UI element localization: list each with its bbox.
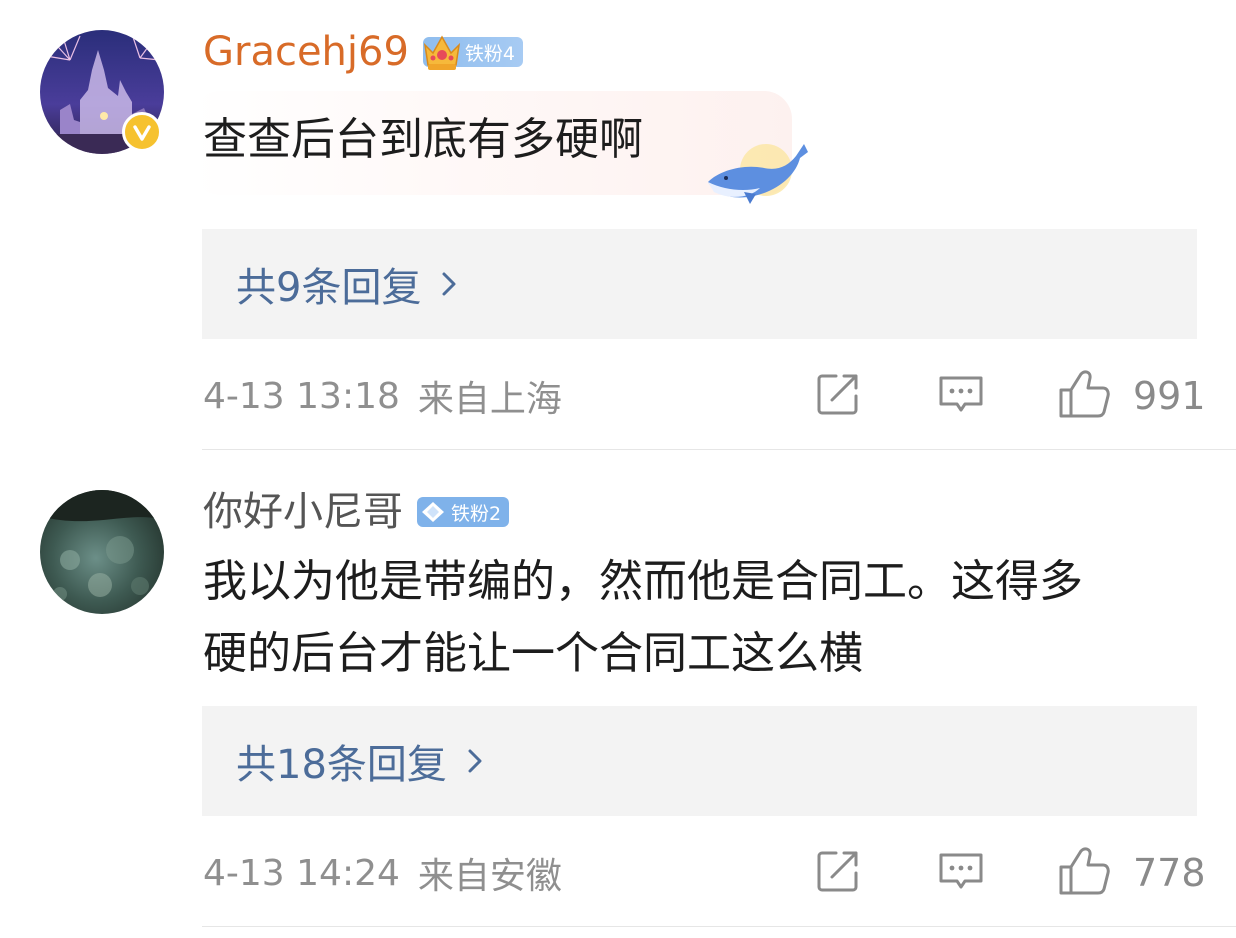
- username[interactable]: 你好小尼哥: [203, 487, 403, 537]
- verified-v-icon: [122, 112, 162, 152]
- replies-link[interactable]: 共9条回复: [202, 229, 1197, 339]
- like-count: 991: [1133, 374, 1206, 418]
- divider: [202, 926, 1236, 927]
- comment-button[interactable]: [937, 843, 985, 903]
- location: 来自上海: [417, 379, 562, 420]
- replies-link[interactable]: 共18条回复: [202, 706, 1197, 816]
- diamond-icon: [421, 501, 445, 528]
- comment-text-line-1: 我以为他是带编的，然而他是合同工。这得多: [203, 556, 1083, 607]
- share-icon: [814, 847, 862, 899]
- share-button[interactable]: [814, 366, 862, 426]
- avatar-image: [40, 490, 164, 614]
- avatar[interactable]: [40, 490, 164, 614]
- comment-text-line-2: 硬的后台才能让一个合同工这么横: [203, 628, 863, 679]
- like-icon: [1057, 368, 1111, 424]
- user-info: Gracehj69 铁粉4: [203, 24, 524, 80]
- username[interactable]: Gracehj69: [203, 27, 409, 77]
- user-info: 你好小尼哥 铁粉2: [203, 484, 510, 540]
- timestamp: 4-13 13:18: [203, 375, 400, 417]
- comment-icon: [937, 370, 985, 422]
- comment-icon: [937, 847, 985, 899]
- comment-item: Gracehj69 铁粉4 查查后台到底有多硬啊 共9条回复 4-13 13:1…: [0, 0, 1236, 452]
- comment-meta: 4-13 14:24 来自安徽 778: [203, 843, 1206, 903]
- chevron-right-icon: [467, 747, 483, 775]
- comment-item: 你好小尼哥 铁粉2 我以为他是带编的，然而他是合同工。这得多 硬的后台才能让一个…: [0, 452, 1236, 938]
- comment-list: Gracehj69 铁粉4 查查后台到底有多硬啊 共9条回复 4-13 13:1…: [0, 0, 1236, 938]
- like-count: 778: [1133, 851, 1206, 895]
- like-icon: [1057, 845, 1111, 901]
- share-icon: [814, 370, 862, 422]
- fan-badge[interactable]: 铁粉2: [417, 497, 510, 528]
- chevron-right-icon: [441, 270, 457, 298]
- fan-badge[interactable]: 铁粉4: [422, 35, 524, 70]
- whale-icon: [700, 130, 812, 214]
- fan-badge-label: 铁粉4: [464, 42, 516, 65]
- crown-icon: [419, 29, 465, 80]
- replies-label: 共18条回复: [236, 742, 447, 788]
- fan-badge-label: 铁粉2: [451, 502, 502, 525]
- divider: [202, 449, 1236, 450]
- comment-text: 查查后台到底有多硬啊: [203, 114, 643, 165]
- like-button[interactable]: 778: [1057, 843, 1206, 903]
- comment-meta: 4-13 13:18 来自上海 991: [203, 366, 1206, 426]
- comment-button[interactable]: [937, 366, 985, 426]
- location: 来自安徽: [417, 856, 562, 897]
- share-button[interactable]: [814, 843, 862, 903]
- replies-label: 共9条回复: [236, 265, 422, 311]
- avatar[interactable]: [40, 30, 164, 154]
- timestamp: 4-13 14:24: [203, 852, 400, 894]
- like-button[interactable]: 991: [1057, 366, 1206, 426]
